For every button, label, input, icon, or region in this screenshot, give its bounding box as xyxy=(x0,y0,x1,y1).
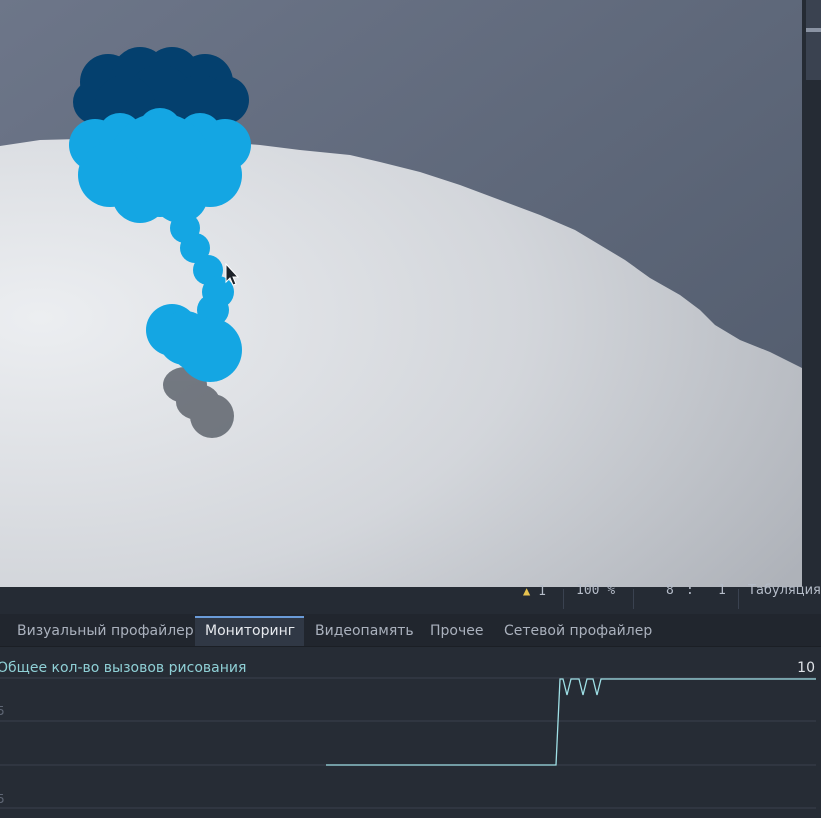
cursor-column: 1 xyxy=(718,583,726,598)
zoom-level[interactable]: 100 % xyxy=(576,584,615,614)
draw-calls-series xyxy=(326,678,816,766)
minimap-scrollbar[interactable] xyxy=(806,0,821,80)
tab-visual-profiler[interactable]: Визуальный профайлер xyxy=(7,616,204,646)
indent-mode[interactable]: Табуляция xyxy=(748,584,821,614)
warnings-indicator[interactable]: ▲ 1 xyxy=(523,584,546,614)
scene-render xyxy=(0,0,802,587)
monitor-panel: Общее кол-во вызовов рисования 10 5 5 xyxy=(0,647,821,818)
line-col-separator: : xyxy=(686,583,694,598)
warning-icon: ▲ xyxy=(523,584,531,598)
editor-side-panel xyxy=(802,0,821,587)
warning-count: 1 xyxy=(538,584,546,599)
tab-monitors[interactable]: Мониторинг xyxy=(195,616,304,646)
editor-window: ▲ 1 100 % 8 : 1 Табуляция Визуальный про… xyxy=(0,0,821,818)
tab-misc[interactable]: Прочее xyxy=(420,616,493,646)
game-viewport[interactable] xyxy=(0,0,802,587)
tab-video-memory[interactable]: Видеопамять xyxy=(305,616,424,646)
cursor-line: 8 xyxy=(666,583,674,598)
divider xyxy=(738,589,739,609)
tab-network-profiler[interactable]: Сетевой профайлер xyxy=(494,616,662,646)
debugger-tab-bar: Визуальный профайлер Мониторинг Видеопам… xyxy=(0,614,821,647)
monitor-graph xyxy=(0,677,816,809)
minimap-marker xyxy=(806,28,821,32)
divider xyxy=(633,589,634,609)
divider xyxy=(563,589,564,609)
status-bar: ▲ 1 100 % 8 : 1 Табуляция xyxy=(0,583,821,614)
